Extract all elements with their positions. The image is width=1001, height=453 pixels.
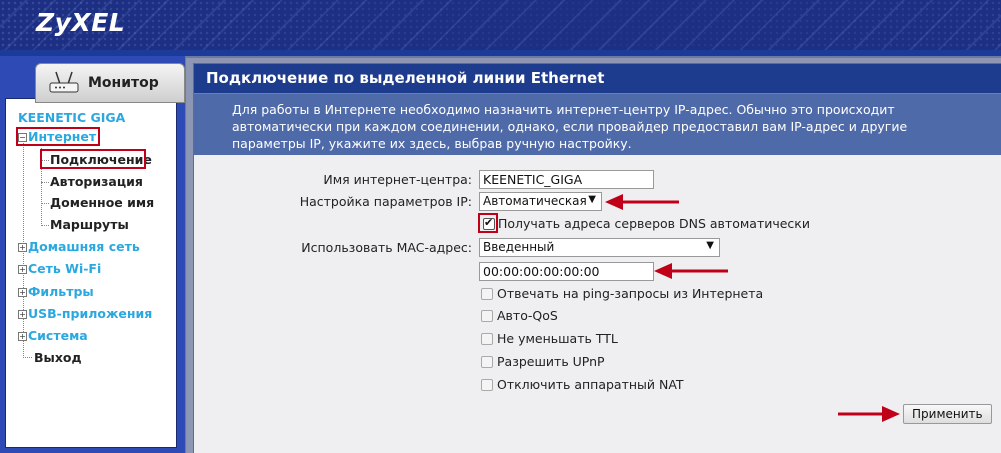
sidebar-item-system[interactable]: + Система <box>18 328 88 343</box>
sidebar-item-usb-apps[interactable]: + USB-приложения <box>18 306 152 321</box>
upnp-label: Разрешить UPnP <box>497 354 605 369</box>
auto-qos-checkbox[interactable] <box>481 310 493 322</box>
tree-line <box>41 203 49 204</box>
ip-mode-select[interactable]: Автоматическая ▼ <box>479 192 602 211</box>
device-model: KEENETIC GIGA <box>18 110 126 125</box>
sidebar-item-home-network[interactable]: + Домашняя сеть <box>18 239 140 254</box>
highlight-internet <box>16 127 100 146</box>
sidebar-item-label: Выход <box>34 350 82 365</box>
monitor-tab-label: Монитор <box>88 75 159 91</box>
sidebar-item-logout[interactable]: Выход <box>34 350 82 365</box>
mac-mode-select[interactable]: Введенный ▼ <box>479 238 720 257</box>
zyxel-logo: ZyXEL <box>36 8 126 37</box>
monitor-tab[interactable]: Монитор <box>35 63 185 103</box>
highlight-connection <box>40 149 146 169</box>
banner-pattern <box>0 0 1001 50</box>
tree-line <box>23 357 32 358</box>
mac-label: Использовать MAC-адрес: <box>301 240 472 255</box>
sidebar-item-label: Система <box>28 328 88 343</box>
top-banner: ZyXEL <box>0 0 1001 50</box>
apply-button[interactable]: Применить <box>903 404 992 424</box>
dropdown-arrow-icon: ▼ <box>588 194 596 205</box>
upnp-checkbox[interactable] <box>481 356 493 368</box>
keep-ttl-checkbox[interactable] <box>481 333 493 345</box>
keep-ttl-label: Не уменьшать TTL <box>497 331 618 346</box>
sidebar-item-label: Доменное имя <box>50 195 155 210</box>
expand-icon[interactable]: + <box>18 243 27 252</box>
auto-qos-label: Авто-QoS <box>497 308 558 323</box>
sidebar-item-filters[interactable]: + Фильтры <box>18 284 94 299</box>
expand-icon[interactable]: + <box>18 265 27 274</box>
sidebar-item-domain-name[interactable]: Доменное имя <box>50 195 154 210</box>
sidebar-item-label: Сеть Wi-Fi <box>28 261 102 276</box>
red-arrow-apply-icon <box>838 406 900 422</box>
router-web-ui: ZyXEL Монитор KEENETIC GIGA − Интернет По… <box>0 0 1001 453</box>
dropdown-arrow-icon: ▼ <box>706 240 714 251</box>
sidebar-item-routes[interactable]: Маршруты <box>50 217 129 232</box>
red-arrow-mac-icon <box>654 263 728 279</box>
mac-mode-value: Введенный <box>483 240 555 254</box>
sidebar-item-label: Авторизация <box>50 174 143 189</box>
page-title: Подключение по выделенной линии Ethernet <box>206 69 605 87</box>
page-title-bar: Подключение по выделенной линии Ethernet <box>194 64 1001 94</box>
sidebar-item-label: Маршруты <box>50 217 129 232</box>
ip-mode-label: Настройка параметров IP: <box>299 194 472 209</box>
mac-address-input[interactable] <box>479 262 654 281</box>
router-icon <box>49 71 79 93</box>
dns-auto-label: Получать адреса серверов DNS автоматичес… <box>498 216 810 231</box>
sidebar-item-wifi[interactable]: + Сеть Wi-Fi <box>18 261 101 276</box>
main-panel: Подключение по выделенной линии Ethernet… <box>193 63 1001 453</box>
description-box: Для работы в Интернете необходимо назнач… <box>194 94 1001 155</box>
highlight-dns-checkbox <box>478 213 498 233</box>
ping-reply-label: Отвечать на ping-запросы из Интернета <box>497 286 764 301</box>
hw-nat-checkbox[interactable] <box>481 379 493 391</box>
tree-line <box>41 182 49 183</box>
description-text: Для работы в Интернете необходимо назнач… <box>232 102 908 151</box>
expand-icon[interactable]: + <box>18 288 27 297</box>
ping-reply-checkbox[interactable] <box>481 288 493 300</box>
expand-icon[interactable]: + <box>18 310 27 319</box>
hostname-label: Имя интернет-центра: <box>323 172 472 187</box>
sidebar-item-authorization[interactable]: Авторизация <box>50 174 143 189</box>
sidebar-item-label: Фильтры <box>28 284 94 299</box>
sidebar-item-label: Домашняя сеть <box>28 239 140 254</box>
hostname-input[interactable] <box>479 170 654 189</box>
sidebar-item-label: USB-приложения <box>28 306 153 321</box>
red-arrow-ip-mode-icon <box>605 194 679 210</box>
ip-mode-value: Автоматическая <box>483 194 587 208</box>
tree-line <box>41 225 49 226</box>
hw-nat-label: Отключить аппаратный NAT <box>497 377 684 392</box>
expand-icon[interactable]: + <box>18 332 27 341</box>
